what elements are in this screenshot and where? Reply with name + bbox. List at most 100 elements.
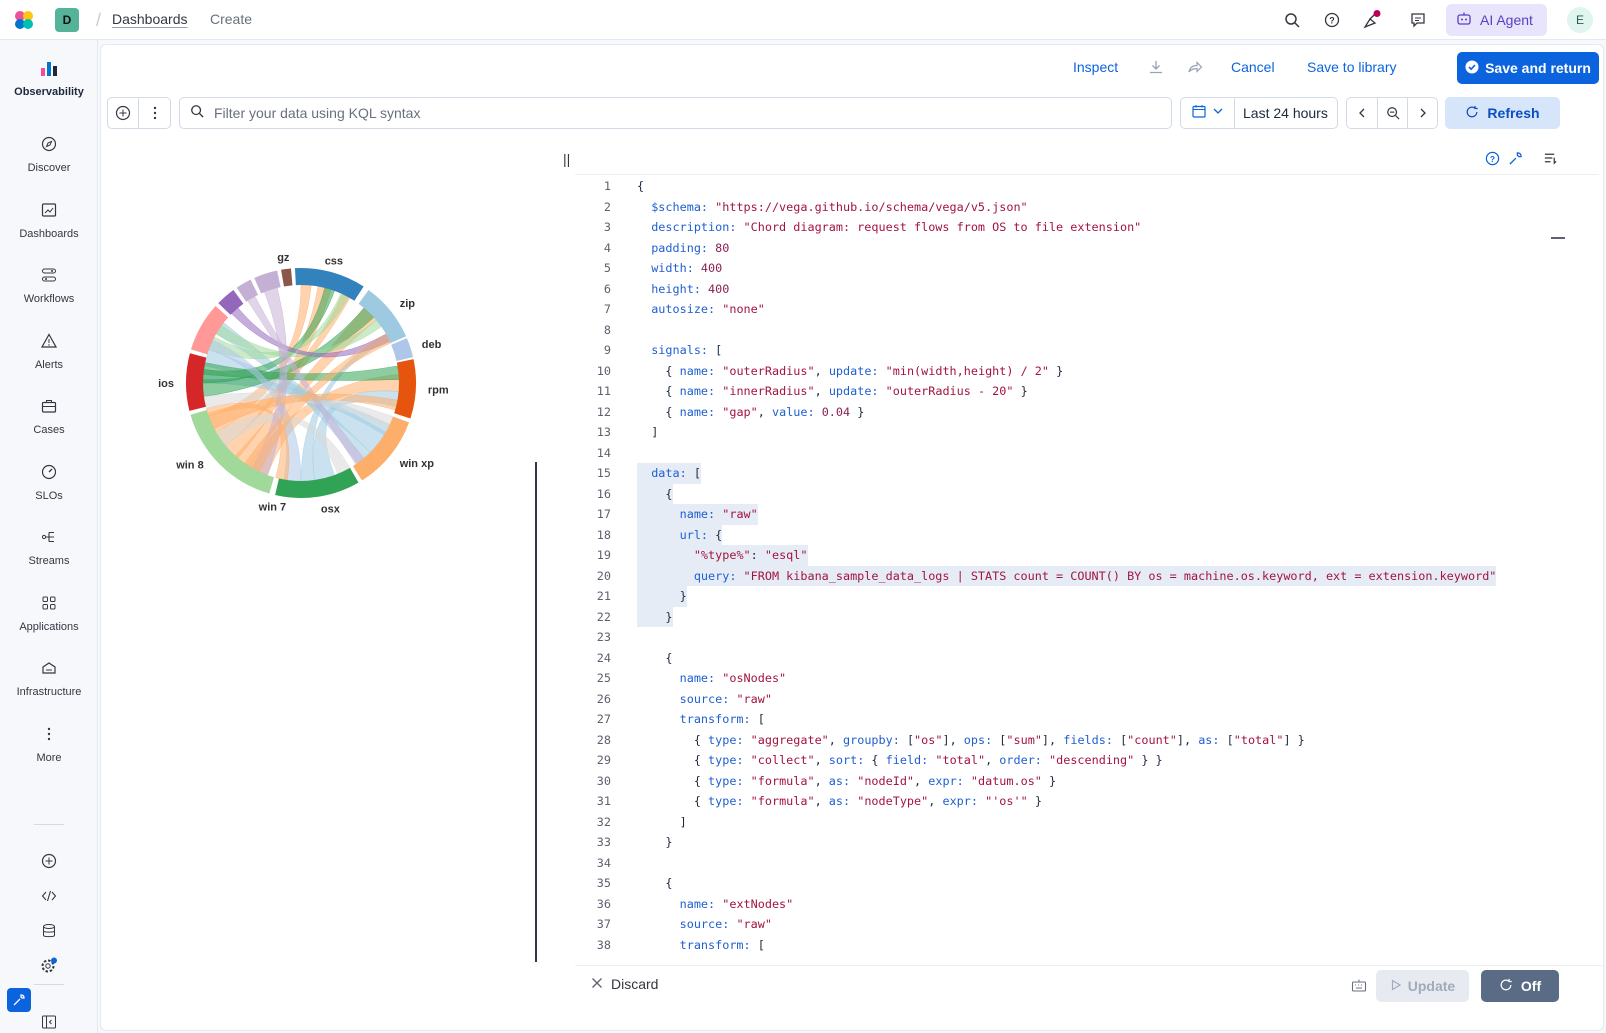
chord-diagram[interactable]: gz css zip deb rpm win xp osx win 7 win 8 ios [101,135,571,595]
code-icon[interactable] [39,886,59,906]
nav-item-infrastructure[interactable]: Infrastructure [0,658,98,698]
news-feed-icon[interactable] [1362,10,1382,30]
nav-item-observability[interactable]: Observability [0,58,98,98]
discard-button[interactable]: Discard [591,976,658,992]
code-line[interactable]: 34 [575,853,1565,874]
code-line[interactable]: 29 { type: "collect", sort: { field: "to… [575,750,1565,771]
chat-icon[interactable] [1408,10,1428,30]
share-icon[interactable] [1185,57,1205,77]
help-icon[interactable]: ? [1322,10,1342,30]
code-line[interactable]: 35 { [575,873,1565,894]
chevron-right-icon[interactable] [1407,98,1437,128]
inspect-button[interactable]: Inspect [1073,59,1118,75]
chord-arc[interactable] [281,268,293,287]
code-line[interactable]: 27 transform: [ [575,709,1565,730]
kql-search-input[interactable] [214,105,1114,121]
code-line[interactable]: 9 signals: [ [575,340,1565,361]
chevron-left-icon[interactable] [1347,98,1377,128]
code-line[interactable]: 13 ] [575,422,1565,443]
nav-item-streams[interactable]: Streams [0,527,98,567]
elastic-logo-icon[interactable] [12,8,36,32]
collapse-icon[interactable] [39,1012,59,1032]
code-editor[interactable]: 1{2 $schema: "https://vega.github.io/sch… [575,176,1565,960]
code-line[interactable]: 21 } [575,586,1565,607]
code-line[interactable]: 15 data: [ [575,463,1565,484]
code-line[interactable]: 1{ [575,176,1565,197]
refresh-button[interactable]: Refresh [1445,97,1560,129]
code-line[interactable]: 33 } [575,832,1565,853]
code-token: data: [637,466,694,480]
dev-tools-icon[interactable] [7,988,31,1012]
wrench-icon[interactable] [1506,149,1524,167]
code-token: "formula" [750,794,815,808]
code-line[interactable]: 10 { name: "outerRadius", update: "min(w… [575,361,1565,382]
nav-item-cases[interactable]: Cases [0,396,98,436]
ai-agent-button[interactable]: AI Agent [1446,4,1547,36]
auto-apply-toggle[interactable]: Off [1481,970,1559,1002]
code-line[interactable]: 23 [575,627,1565,648]
query-menu-icon[interactable] [139,98,170,128]
search-icon[interactable] [1282,10,1302,30]
code-line[interactable]: 25 name: "osNodes" [575,668,1565,689]
space-avatar[interactable]: D [55,8,79,32]
add-filter-icon[interactable] [108,98,140,128]
code-line[interactable]: 37 source: "raw" [575,914,1565,935]
cancel-button[interactable]: Cancel [1231,59,1275,75]
nav-item-workflows[interactable]: Workflows [0,265,98,305]
code-line[interactable]: 3 description: "Chord diagram: request f… [575,217,1565,238]
code-line[interactable]: 4 padding: 80 [575,238,1565,259]
code-line[interactable]: 28 { type: "aggregate", groupby: ["os"],… [575,730,1565,751]
time-range-label[interactable]: Last 24 hours [1235,105,1328,121]
nav-item-alerts[interactable]: Alerts [0,331,98,371]
code-line[interactable]: 16 { [575,483,1565,504]
code-line[interactable]: 24 { [575,648,1565,669]
help-icon[interactable]: ? [1483,149,1501,167]
code-line[interactable]: 26 source: "raw" [575,689,1565,710]
settings-icon[interactable] [39,956,59,976]
update-button[interactable]: Update [1376,970,1469,1002]
code-line[interactable]: 11 { name: "innerRadius", update: "outer… [575,381,1565,402]
code-line[interactable]: 30 { type: "formula", as: "nodeId", expr… [575,771,1565,792]
line-number: 24 [596,650,611,665]
line-number: 10 [596,363,611,378]
nav-item-discover[interactable]: Discover [0,134,98,174]
code-line[interactable]: 12 { name: "gap", value: 0.04 } [575,402,1565,423]
save-and-return-button[interactable]: Save and return [1457,52,1599,84]
nav-item-more[interactable]: More [0,724,98,764]
code-line[interactable]: 17 name: "raw" [575,504,1565,525]
code-line[interactable]: 19 "%type%": "esql" [575,545,1565,566]
code-line[interactable]: 32 ] [575,812,1565,833]
line-number: 6 [603,281,611,296]
database-icon[interactable] [39,921,59,941]
code-line[interactable]: 38 transform: [ [575,935,1565,956]
editor-scroll-marker[interactable] [1551,237,1565,239]
nav-item-applications[interactable]: Applications [0,593,98,633]
breadcrumb-dashboards[interactable]: Dashboards [112,11,188,27]
add-icon[interactable] [39,851,59,871]
code-line[interactable]: 18 url: { [575,524,1565,545]
code-line[interactable]: 7 autosize: "none" [575,299,1565,320]
resize-handle-icon[interactable]: || [563,151,570,167]
code-line[interactable]: 36 name: "extNodes" [575,894,1565,915]
nav-item-dashboards[interactable]: Dashboards [0,200,98,240]
code-line[interactable]: 8 [575,320,1565,341]
download-icon[interactable] [1146,57,1166,77]
save-to-library-button[interactable]: Save to library [1307,59,1396,75]
chord-arc[interactable] [391,338,414,361]
zoom-out-icon[interactable] [1377,98,1407,128]
code-line[interactable]: 22 } [575,606,1565,627]
keyboard-icon[interactable] [1351,978,1367,999]
code-line[interactable]: 6 height: 400 [575,279,1565,300]
user-avatar[interactable]: E [1567,7,1593,33]
code-line[interactable]: 2 $schema: "https://vega.github.io/schem… [575,197,1565,218]
code-text: { [637,483,673,504]
format-icon[interactable] [1541,149,1559,167]
code-line[interactable]: 14 [575,443,1565,464]
nav-item-slos[interactable]: SLOs [0,462,98,502]
code-line[interactable]: 5 width: 400 [575,258,1565,279]
quick-select-button[interactable] [1181,98,1235,128]
code-line[interactable]: 31 { type: "formula", as: "nodeType", ex… [575,791,1565,812]
date-picker[interactable]: Last 24 hours [1180,97,1338,129]
code-line[interactable]: 20 query: "FROM kibana_sample_data_logs … [575,565,1565,586]
kql-search-field[interactable] [179,97,1172,129]
